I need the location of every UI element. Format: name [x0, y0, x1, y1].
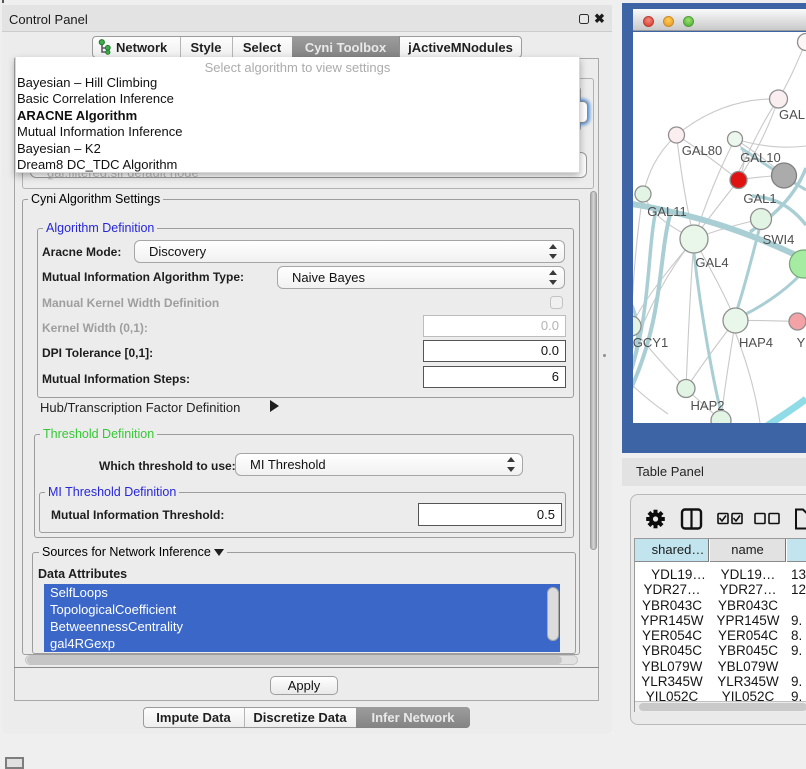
- svg-text:GAL: GAL: [779, 107, 805, 122]
- svg-text:GAL4: GAL4: [695, 255, 728, 270]
- svg-text:GAL11: GAL11: [647, 204, 687, 219]
- svg-text:GCY1: GCY1: [633, 335, 668, 350]
- svg-text:GAL80: GAL80: [682, 143, 722, 158]
- svg-text:Y: Y: [797, 335, 806, 350]
- svg-text:HAP4: HAP4: [739, 335, 773, 350]
- svg-text:GAL10: GAL10: [740, 150, 780, 165]
- svg-text:GAL1: GAL1: [743, 191, 776, 206]
- svg-text:HAP2: HAP2: [691, 398, 725, 413]
- svg-text:SWI4: SWI4: [763, 232, 795, 247]
